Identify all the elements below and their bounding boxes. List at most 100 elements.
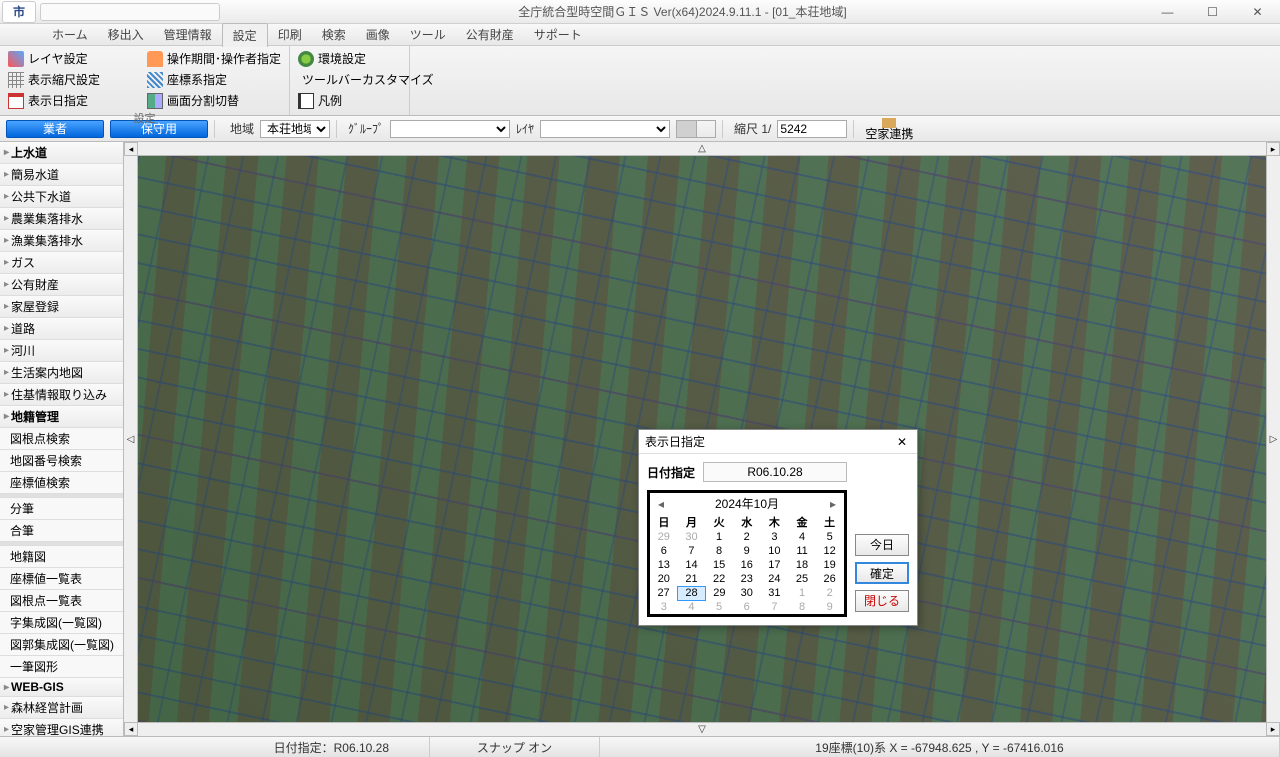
sidebar-item-11[interactable]: ▸住基情報取り込み: [0, 384, 123, 406]
ribbon-layer-settings[interactable]: レイヤ設定: [6, 49, 135, 68]
cal-day[interactable]: 1: [788, 586, 816, 600]
cal-day[interactable]: 4: [788, 530, 816, 544]
cal-day[interactable]: 29: [705, 586, 733, 600]
cal-day[interactable]: 2: [816, 586, 844, 600]
sidebar-item-27[interactable]: ▸森林経営計画: [0, 697, 123, 719]
close-button[interactable]: ✕: [1235, 0, 1280, 24]
cal-day[interactable]: 21: [678, 572, 706, 586]
ribbon-toolbar-customize[interactable]: ツールバーカスタマイズ: [296, 70, 403, 89]
sidebar-item-26[interactable]: ▸WEB-GIS: [0, 678, 123, 697]
sidebar-item-14[interactable]: 地図番号検索: [0, 450, 123, 472]
cal-day[interactable]: 10: [761, 544, 789, 558]
cal-day[interactable]: 1: [705, 530, 733, 544]
cal-day[interactable]: 8: [705, 544, 733, 558]
map-corner-bl[interactable]: ◂: [124, 722, 138, 736]
sidebar-item-9[interactable]: ▸河川: [0, 340, 123, 362]
cal-next-button[interactable]: ▸: [826, 497, 840, 511]
map-ruler-bottom[interactable]: ▽: [138, 722, 1266, 736]
cal-day[interactable]: 16: [733, 558, 761, 572]
map-ruler-right[interactable]: ▷: [1266, 156, 1280, 722]
cal-day[interactable]: 7: [761, 600, 789, 614]
cal-day[interactable]: 3: [650, 600, 678, 614]
sidebar-item-28[interactable]: ▸空家管理GIS連携: [0, 719, 123, 736]
sidebar-item-7[interactable]: ▸家屋登録: [0, 296, 123, 318]
menu-tab-4[interactable]: 印刷: [268, 23, 312, 46]
cal-day[interactable]: 28: [678, 586, 706, 600]
cal-prev-button[interactable]: ◂: [654, 497, 668, 511]
cal-day[interactable]: 25: [788, 572, 816, 586]
sidebar-item-23[interactable]: 字集成図(一覧図): [0, 612, 123, 634]
close-dialog-button[interactable]: 閉じる: [855, 590, 909, 612]
sidebar-item-1[interactable]: ▸簡易水道: [0, 164, 123, 186]
cal-day[interactable]: 24: [761, 572, 789, 586]
map-canvas[interactable]: 表示日指定 ✕ 日付指定 R06.10.28 ◂: [138, 156, 1266, 722]
sidebar-item-2[interactable]: ▸公共下水道: [0, 186, 123, 208]
cal-day[interactable]: 2: [733, 530, 761, 544]
sidebar-item-17[interactable]: 分筆: [0, 498, 123, 520]
menu-tab-2[interactable]: 管理情報: [154, 23, 222, 46]
sidebar-item-4[interactable]: ▸漁業集落排水: [0, 230, 123, 252]
cal-day[interactable]: 11: [788, 544, 816, 558]
cal-day[interactable]: 26: [816, 572, 844, 586]
cal-day[interactable]: 19: [816, 558, 844, 572]
sidebar-item-13[interactable]: 図根点検索: [0, 428, 123, 450]
cal-day[interactable]: 4: [678, 600, 706, 614]
vacant-house-link-button[interactable]: 空家連携: [865, 116, 913, 141]
sidebar-item-20[interactable]: 地籍図: [0, 546, 123, 568]
cal-day[interactable]: 3: [761, 530, 789, 544]
cal-day[interactable]: 5: [816, 530, 844, 544]
sidebar-item-6[interactable]: ▸公有財産: [0, 274, 123, 296]
menu-tab-1[interactable]: 移出入: [98, 23, 154, 46]
cal-day[interactable]: 17: [761, 558, 789, 572]
sidebar-item-12[interactable]: ▸地籍管理: [0, 406, 123, 428]
sidebar-item-3[interactable]: ▸農業集落排水: [0, 208, 123, 230]
layer-select[interactable]: [540, 120, 670, 138]
sidebar-item-24[interactable]: 図郭集成図(一覧図): [0, 634, 123, 656]
ribbon-legend[interactable]: 凡例: [296, 91, 403, 110]
group-select[interactable]: [390, 120, 510, 138]
map-corner-br[interactable]: ▸: [1266, 722, 1280, 736]
sidebar-item-22[interactable]: 図根点一覧表: [0, 590, 123, 612]
quick-access-toolbar[interactable]: [40, 3, 220, 21]
sidebar-item-15[interactable]: 座標値検索: [0, 472, 123, 494]
ribbon-date-spec[interactable]: 表示日指定: [6, 91, 135, 110]
cal-day[interactable]: 5: [705, 600, 733, 614]
cal-day[interactable]: 30: [678, 530, 706, 544]
ribbon-env-settings[interactable]: 環境設定: [296, 49, 403, 68]
dialog-close-icon[interactable]: ✕: [893, 435, 911, 449]
cal-day[interactable]: 27: [650, 586, 678, 600]
cal-day[interactable]: 6: [733, 600, 761, 614]
map-ruler-left[interactable]: ◁: [124, 156, 138, 722]
confirm-button[interactable]: 確定: [855, 562, 909, 584]
ribbon-coord-system[interactable]: 座標系指定: [145, 70, 283, 89]
cal-day[interactable]: 29: [650, 530, 678, 544]
map-ruler-top[interactable]: △: [138, 142, 1266, 156]
toggle-switch[interactable]: [676, 120, 716, 138]
menu-tab-3[interactable]: 設定: [222, 23, 268, 47]
maximize-button[interactable]: ☐: [1190, 0, 1235, 24]
menu-tab-6[interactable]: 画像: [356, 23, 400, 46]
cal-day[interactable]: 23: [733, 572, 761, 586]
sidebar-item-18[interactable]: 合筆: [0, 520, 123, 542]
scale-input[interactable]: [777, 120, 847, 138]
sidebar-item-10[interactable]: ▸生活案内地図: [0, 362, 123, 384]
cal-day[interactable]: 20: [650, 572, 678, 586]
menu-tab-7[interactable]: ツール: [400, 23, 456, 46]
minimize-button[interactable]: ―: [1145, 0, 1190, 24]
menu-tab-0[interactable]: ホーム: [42, 23, 98, 46]
sidebar-item-21[interactable]: 座標値一覧表: [0, 568, 123, 590]
ribbon-split-view[interactable]: 画面分割切替: [145, 91, 283, 110]
sidebar-item-5[interactable]: ▸ガス: [0, 252, 123, 274]
cal-day[interactable]: 22: [705, 572, 733, 586]
cal-day[interactable]: 31: [761, 586, 789, 600]
cal-day[interactable]: 6: [650, 544, 678, 558]
map-corner-tr[interactable]: ▸: [1266, 142, 1280, 156]
today-button[interactable]: 今日: [855, 534, 909, 556]
cal-day[interactable]: 8: [788, 600, 816, 614]
ribbon-operator-spec[interactable]: 操作期間･操作者指定: [145, 49, 283, 68]
ribbon-scale-settings[interactable]: 表示縮尺設定: [6, 70, 135, 89]
sidebar-item-0[interactable]: ▸上水道: [0, 142, 123, 164]
menu-tab-8[interactable]: 公有財産: [456, 23, 524, 46]
cal-day[interactable]: 9: [733, 544, 761, 558]
date-value-field[interactable]: R06.10.28: [703, 462, 847, 482]
